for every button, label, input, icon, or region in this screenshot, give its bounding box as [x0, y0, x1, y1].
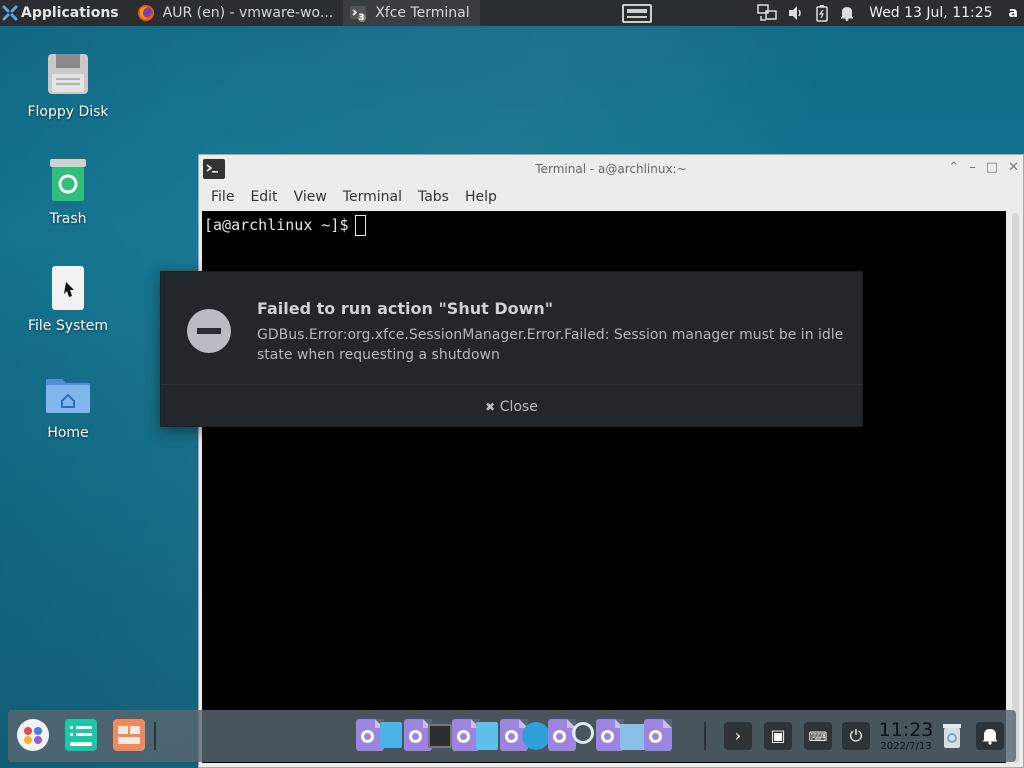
system-tray: Wed 13 Jul, 11:25 a — [757, 0, 1024, 26]
terminal-title: Terminal - a@archlinux:~ — [535, 162, 687, 176]
firefox-icon — [137, 4, 155, 22]
desktop-icon-label: Floppy Disk — [27, 104, 109, 120]
text-cursor — [354, 215, 366, 236]
dock-window-document[interactable] — [476, 722, 498, 750]
notification-body: GDBus.Error:org.xfce.SessionManager.Erro… — [257, 327, 844, 363]
menu-edit[interactable]: Edit — [242, 189, 285, 205]
dock-separator — [704, 722, 706, 750]
menu-help[interactable]: Help — [457, 189, 505, 205]
notification-divider — [161, 384, 862, 385]
dock-app-launcher[interactable] — [16, 718, 50, 752]
notification-close-button[interactable]: ✖ Close — [161, 399, 862, 415]
dock-trash-button[interactable] — [940, 722, 964, 750]
applications-menu-button[interactable]: Applications — [0, 0, 125, 26]
window-controls: ⌃ – □ ✕ — [948, 160, 1019, 175]
dock-clock-date: 2022/7/13 — [880, 741, 932, 752]
terminal-app-icon — [65, 719, 97, 751]
terminal-scrollbar[interactable] — [1012, 213, 1019, 763]
notifications-bell-icon[interactable] — [839, 5, 855, 21]
gear-icon — [361, 730, 374, 743]
dock-clock[interactable]: 11:23 2022/7/13 — [878, 719, 934, 753]
window-count-badge: 3 — [358, 13, 365, 23]
bell-icon — [983, 729, 997, 745]
gear-icon — [457, 730, 470, 743]
maximize-button[interactable]: □ — [986, 160, 998, 175]
terminal-window: Terminal - a@archlinux:~ ⌃ – □ ✕ File Ed… — [198, 154, 1024, 768]
dock-separator — [154, 722, 156, 750]
menu-view[interactable]: View — [286, 189, 335, 205]
top-panel: Applications AUR (en) - vmware-wo... 3 X… — [0, 0, 1024, 26]
keyboard-icon: ⌨ — [808, 730, 828, 745]
gear-icon — [505, 730, 518, 743]
user-menu-button[interactable]: a — [1009, 5, 1018, 21]
dock-window-folder[interactable] — [620, 724, 646, 750]
dock-clock-time: 11:23 — [878, 719, 934, 741]
dock-screenshot-button[interactable]: ▣ — [764, 722, 792, 750]
screenshot-icon: ▣ — [770, 726, 786, 745]
drive-icon — [44, 264, 92, 312]
close-button[interactable]: ✕ — [1008, 160, 1019, 175]
dock-terminal-app[interactable] — [64, 718, 98, 752]
error-stop-icon — [187, 309, 231, 353]
network-icon[interactable] — [757, 4, 777, 22]
taskbar-item-terminal[interactable]: 3 Xfce Terminal — [343, 0, 480, 26]
xfce-logo-icon — [2, 5, 18, 21]
dock-keyboard-button[interactable]: ⌨ — [804, 722, 832, 750]
close-icon: ✖ — [485, 400, 496, 414]
desktop-icon-label: Trash — [49, 211, 87, 227]
dock-power-button[interactable]: ⏻ — [842, 722, 870, 750]
notification-title: Failed to run action "Shut Down" — [257, 299, 554, 318]
volume-icon[interactable] — [787, 5, 805, 21]
chevron-right-icon: › — [734, 726, 742, 745]
dock-notifications-button[interactable] — [976, 722, 1004, 750]
terminal-titlebar[interactable]: Terminal - a@archlinux:~ ⌃ – □ ✕ — [199, 155, 1023, 183]
dock-window-file-manager[interactable] — [380, 722, 402, 748]
desktop-icon-label: File System — [27, 318, 109, 334]
show-desktop-button[interactable] — [622, 4, 652, 23]
dock-window-search[interactable] — [572, 722, 594, 744]
gear-icon — [601, 730, 614, 743]
dock-window-terminal[interactable] — [428, 724, 452, 748]
error-notification: Failed to run action "Shut Down" GDBus.E… — [160, 271, 863, 427]
desktop-icon-floppy-disk[interactable]: Floppy Disk — [8, 50, 128, 120]
gear-icon — [649, 730, 662, 743]
terminal-icon: 3 — [349, 4, 367, 23]
settings-app-icon — [113, 719, 145, 751]
home-folder-icon — [44, 371, 92, 419]
gear-icon — [409, 730, 422, 743]
battery-icon[interactable] — [815, 4, 829, 22]
bottom-dock: › ▣ ⌨ ⏻ 11:23 2022/7/13 — [8, 710, 1016, 762]
gear-icon — [553, 730, 566, 743]
desktop-icon-label: Home — [47, 425, 89, 441]
dock-window-config-7[interactable] — [644, 719, 672, 751]
power-icon: ⏻ — [849, 726, 863, 745]
trash-icon — [44, 157, 92, 205]
taskbar-item-firefox[interactable]: AUR (en) - vmware-wo... — [131, 0, 344, 26]
menu-terminal[interactable]: Terminal — [335, 189, 410, 205]
dock-expand-button[interactable]: › — [724, 722, 752, 750]
trash-icon — [943, 724, 961, 748]
minimize-button[interactable]: – — [969, 160, 976, 175]
close-label: Close — [499, 399, 538, 415]
dock-window-browser[interactable] — [522, 722, 550, 750]
desktop-icon-trash[interactable]: Trash — [8, 157, 128, 227]
desktop-icon-home[interactable]: Home — [8, 371, 128, 441]
taskbar-item-label: AUR (en) - vmware-wo... — [162, 5, 334, 21]
dock-settings-app[interactable] — [112, 718, 146, 752]
launcher-icon — [17, 719, 49, 751]
shade-button[interactable]: ⌃ — [948, 160, 959, 175]
taskbar-item-label: Xfce Terminal — [375, 5, 470, 21]
terminal-menubar: File Edit View Terminal Tabs Help — [199, 183, 1023, 211]
menu-file[interactable]: File — [203, 189, 242, 205]
applications-label: Applications — [21, 5, 119, 21]
desktop-icon-file-system[interactable]: File System — [8, 264, 128, 334]
shell-prompt: [a@archlinux ~]$ — [204, 216, 349, 234]
floppy-disk-icon — [44, 50, 92, 98]
panel-clock[interactable]: Wed 13 Jul, 11:25 — [869, 5, 992, 21]
menu-tabs[interactable]: Tabs — [410, 189, 457, 205]
